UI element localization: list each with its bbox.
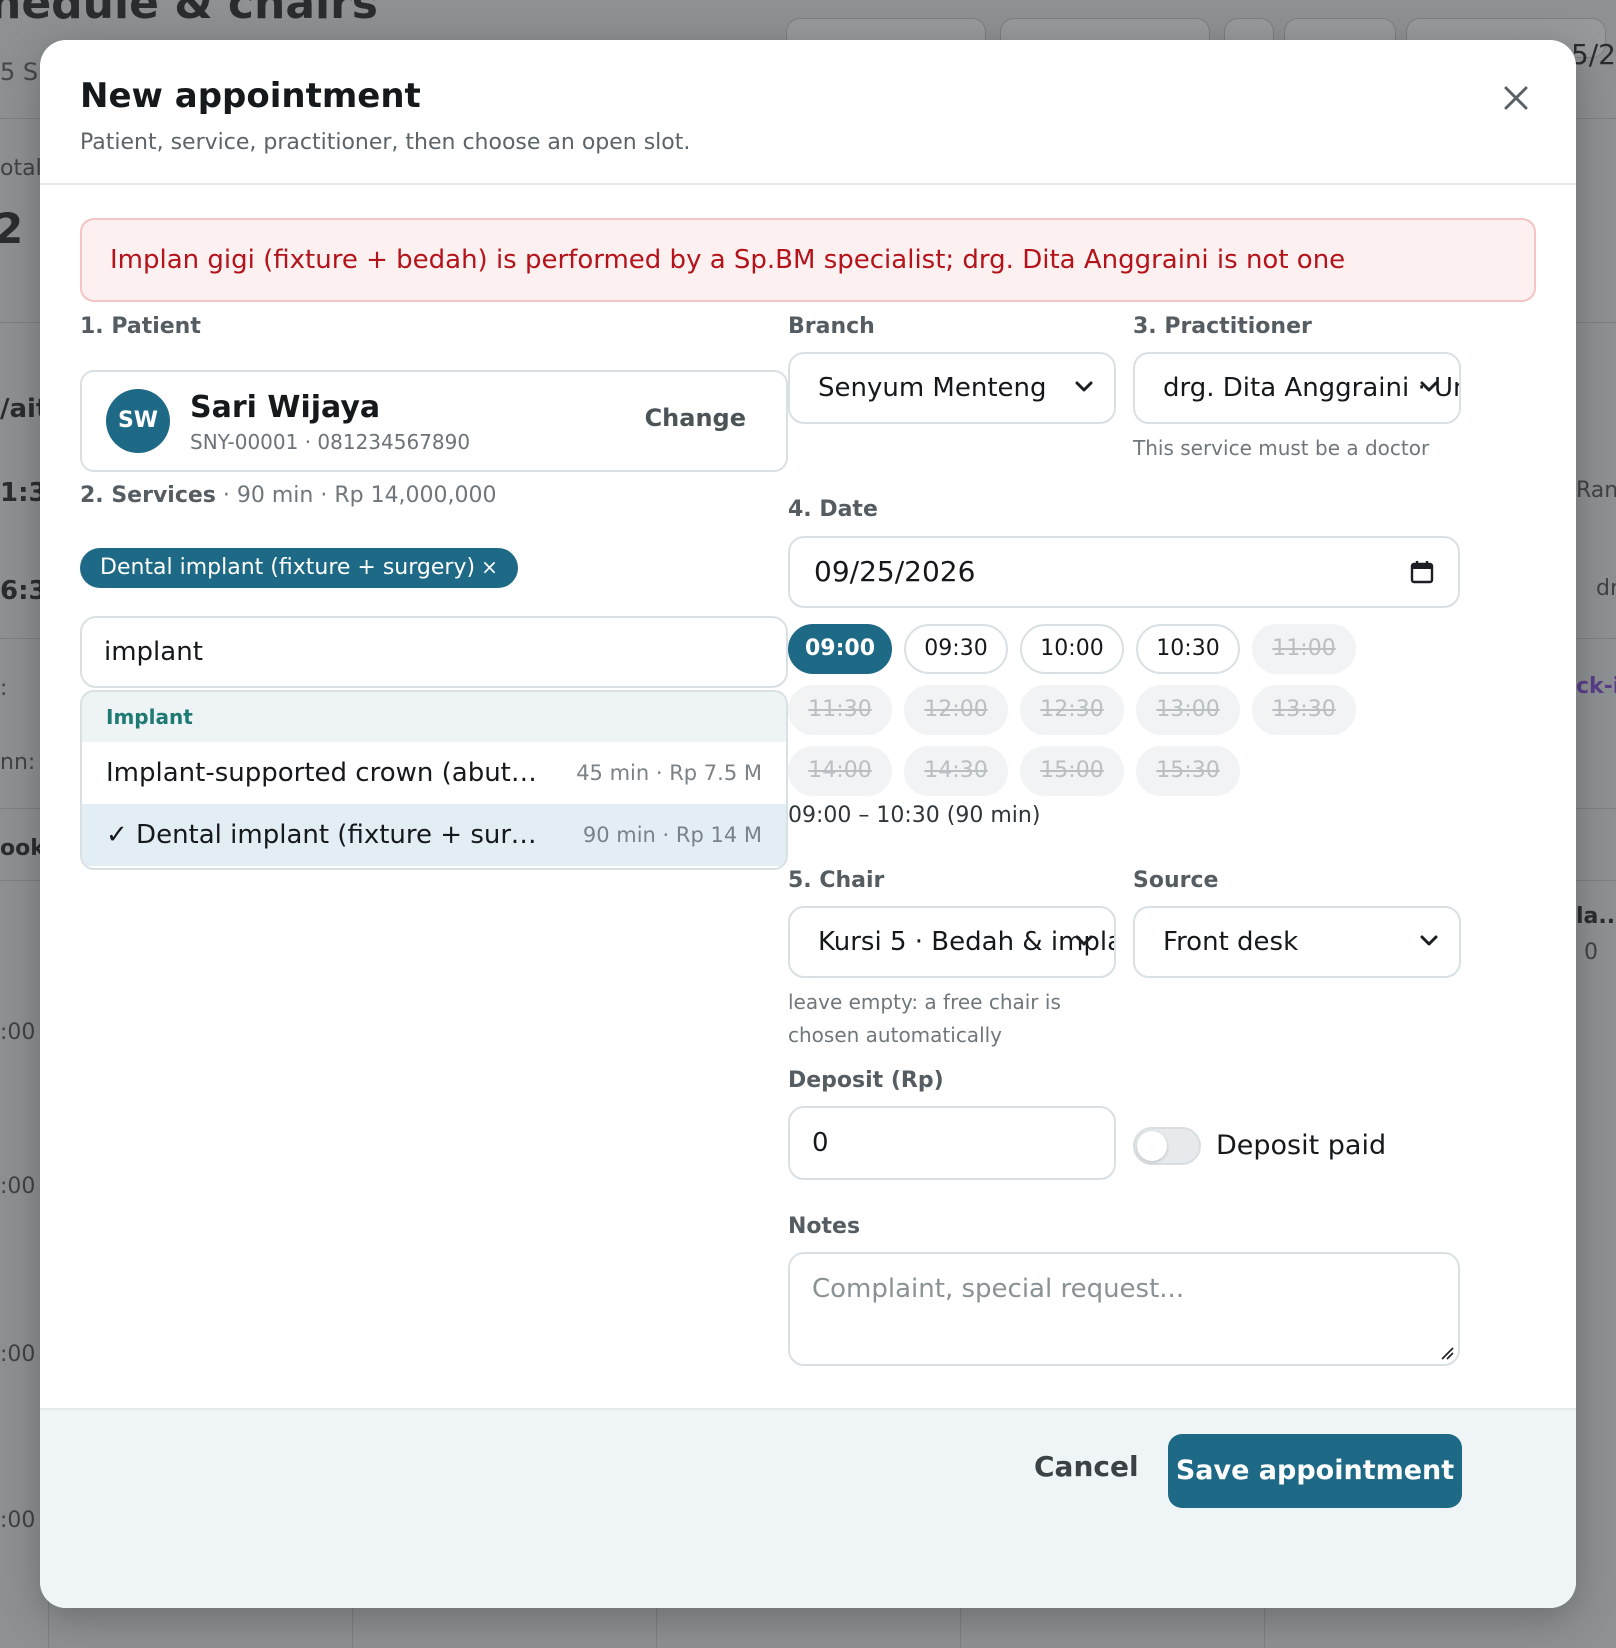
background-time-slot: :00 [0, 1020, 36, 1045]
chair-hint-line-2: chosen automatically [788, 1023, 1003, 1047]
validation-error-alert: Implan gigi (fixture + bedah) is perform… [80, 218, 1536, 302]
source-select[interactable]: Front desk [1133, 906, 1461, 978]
branch-select-value: Senyum Menteng [818, 373, 1047, 403]
background-fragment: : [0, 676, 8, 701]
toggle-knob [1137, 1131, 1167, 1161]
chevron-down-icon [1070, 908, 1098, 976]
change-patient-button[interactable]: Change [645, 404, 746, 432]
time-slot[interactable]: 10:00 [1020, 624, 1124, 674]
time-slot[interactable]: 09:00 [788, 624, 892, 674]
notes-placeholder: Complaint, special request... [812, 1274, 1185, 1304]
dialog-footer: Cancel Save appointment [40, 1408, 1576, 1608]
time-slot: 15:00 [1020, 746, 1124, 796]
avatar: SW [106, 389, 170, 453]
calendar-icon[interactable] [1410, 560, 1434, 584]
dropdown-item-name: Implant-supported crown (abutment + crow… [106, 758, 546, 788]
chair-select[interactable]: Kursi 5 · Bedah & implan [788, 906, 1116, 978]
date-value: 09/25/2026 [814, 555, 976, 588]
background-fragment: 0 [1584, 940, 1598, 965]
time-slot[interactable]: 10:30 [1136, 624, 1240, 674]
dropdown-item[interactable]: Implant-supported crown (abutment + crow… [82, 742, 786, 804]
background-date: 5/2 [1570, 38, 1616, 71]
chevron-down-icon [1415, 908, 1443, 976]
time-slot: 11:30 [788, 685, 892, 735]
chevron-down-icon [1415, 354, 1443, 422]
branch-select[interactable]: Senyum Menteng [788, 352, 1116, 424]
deposit-input[interactable] [788, 1106, 1116, 1180]
chip-label: Dental implant (fixture + surgery) [100, 555, 476, 580]
background-time-slot: :00 [0, 1342, 36, 1367]
practitioner-select[interactable]: drg. Dita Anggraini · Umum [1133, 352, 1461, 424]
branch-label: Branch [788, 314, 875, 339]
background-badge: ck-i [1576, 674, 1616, 699]
time-slot: 12:00 [904, 685, 1008, 735]
services-label-text: 2. Services [80, 483, 216, 508]
services-summary: · 90 min · Rp 14,000,000 [215, 483, 497, 508]
background-stat-value: 2 [0, 204, 24, 253]
dialog-subtitle: Patient, service, practitioner, then cho… [80, 130, 691, 155]
selected-time-range: 09:00 – 10:30 (90 min) [788, 803, 1041, 828]
chair-hint-line-1: leave empty: a free chair is [788, 990, 1061, 1014]
patient-meta: SNY-00001 · 081234567890 [190, 430, 471, 454]
deposit-paid-label: Deposit paid [1216, 1130, 1387, 1161]
background-page-title: hedule & chairs [0, 0, 378, 29]
dialog-title: New appointment [80, 76, 421, 116]
time-slot: 12:30 [1020, 685, 1124, 735]
close-icon[interactable] [1496, 78, 1536, 118]
practitioner-hint: This service must be a doctor [1133, 436, 1430, 460]
dropdown-item-selected[interactable]: ✓ Dental implant (fixture + surgery) 90 … [82, 804, 786, 866]
selected-service-chip: Dental implant (fixture + surgery) × [80, 548, 518, 588]
time-slot: 14:30 [904, 746, 1008, 796]
notes-textarea[interactable]: Complaint, special request... [788, 1252, 1460, 1366]
time-slot[interactable]: 09:30 [904, 624, 1008, 674]
background-fragment: ook [0, 836, 45, 861]
service-search-input[interactable] [80, 616, 788, 688]
background-fragment: la... [1576, 904, 1616, 929]
time-slot: 13:30 [1252, 685, 1356, 735]
practitioner-label: 3. Practitioner [1133, 314, 1312, 339]
deposit-label: Deposit (Rp) [788, 1068, 944, 1093]
dropdown-item-meta: 90 min · Rp 14 M [582, 823, 762, 847]
save-appointment-button[interactable]: Save appointment [1168, 1434, 1462, 1508]
date-input[interactable]: 09/25/2026 [788, 536, 1460, 608]
background-subtitle: 5 S [0, 58, 39, 86]
date-label: 4. Date [788, 497, 878, 522]
service-dropdown: Implant Implant-supported crown (abutmen… [80, 690, 788, 870]
time-slot: 13:00 [1136, 685, 1240, 735]
background-fragment: nn: [0, 750, 36, 775]
new-appointment-dialog: New appointment Patient, service, practi… [40, 40, 1576, 1608]
chair-label: 5. Chair [788, 868, 885, 893]
source-select-value: Front desk [1163, 927, 1299, 957]
patient-card: SW Sari Wijaya SNY-00001 · 081234567890 … [80, 370, 788, 472]
deposit-paid-toggle[interactable] [1133, 1127, 1201, 1165]
patient-label: 1. Patient [80, 314, 201, 339]
notes-label: Notes [788, 1214, 861, 1239]
background-fragment: dr [1596, 576, 1616, 601]
resize-grip-icon[interactable] [1440, 1346, 1454, 1360]
time-slot: 15:30 [1136, 746, 1240, 796]
background-stat-label: otal [0, 156, 42, 181]
time-slot: 11:00 [1252, 624, 1356, 674]
time-slot: 14:00 [788, 746, 892, 796]
background-fragment: Ran [1576, 478, 1616, 503]
dialog-header: New appointment Patient, service, practi… [40, 40, 1576, 185]
dropdown-item-name: ✓ Dental implant (fixture + surgery) [106, 820, 546, 850]
services-label: 2. Services · 90 min · Rp 14,000,000 [80, 483, 497, 508]
background-time-slot: :00 [0, 1508, 36, 1533]
background-time-slot: :00 [0, 1174, 36, 1199]
dropdown-group-label: Implant [82, 692, 786, 742]
chevron-down-icon [1070, 354, 1098, 422]
dropdown-item-meta: 45 min · Rp 7.5 M [576, 761, 762, 785]
patient-name: Sari Wijaya [190, 390, 381, 425]
remove-chip-icon[interactable]: × [481, 555, 498, 579]
source-label: Source [1133, 868, 1219, 893]
cancel-button[interactable]: Cancel [1034, 1450, 1139, 1483]
